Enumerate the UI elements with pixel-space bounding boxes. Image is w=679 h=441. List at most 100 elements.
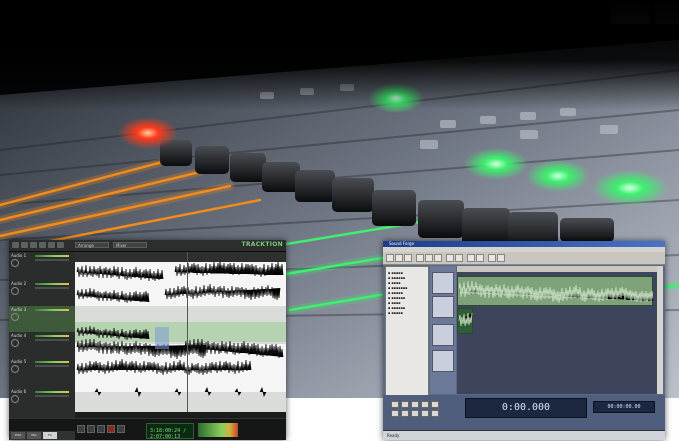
speaker-icon[interactable]: [11, 287, 19, 295]
daw-window-left: Arrange Mixer TRACKTION Audio 1 Audio 2 …: [9, 240, 286, 440]
master-level-meter: [198, 423, 238, 437]
list-item[interactable]: ▪ ▪▪▪▪▪▪▪: [388, 286, 407, 290]
composite-image: Arrange Mixer TRACKTION Audio 1 Audio 2 …: [0, 0, 679, 441]
next-marker-icon[interactable]: [421, 410, 429, 417]
level-meter: [35, 391, 69, 393]
playhead[interactable]: [187, 252, 188, 412]
pan-slider[interactable]: [35, 395, 69, 397]
save-icon[interactable]: [404, 254, 412, 262]
region-icon[interactable]: [497, 254, 505, 262]
view-dropdown[interactable]: Arrange: [75, 242, 109, 248]
copy-icon[interactable]: [425, 254, 433, 262]
pan-slider[interactable]: [35, 365, 69, 367]
daw-window-right: Sound Forge ▪ ▪▪▪▪▪ ▪ ▪▪▪▪▪▪ ▪ ▪▪▪▪ ▪ ▪▪…: [383, 241, 665, 440]
track-name: Audio 5: [11, 359, 27, 364]
track-control[interactable]: [432, 296, 454, 318]
level-meter: [35, 255, 69, 257]
undo-icon[interactable]: [12, 242, 19, 248]
pan-slider[interactable]: [35, 339, 69, 341]
list-item[interactable]: ▪ ▪▪▪▪▪▪: [388, 306, 405, 310]
window-title: Sound Forge: [389, 241, 415, 246]
timeline-ruler[interactable]: [457, 266, 657, 272]
marker-icon[interactable]: [488, 254, 496, 262]
pan-slider[interactable]: [35, 287, 69, 289]
go-start-icon[interactable]: [391, 410, 399, 417]
list-item[interactable]: ▪ ▪▪▪▪: [388, 301, 401, 305]
toolbar: Arrange Mixer TRACKTION: [9, 240, 286, 252]
pause-icon[interactable]: [431, 410, 439, 417]
speaker-icon[interactable]: [11, 313, 19, 321]
track-name: Audio 4: [11, 333, 27, 338]
speaker-icon[interactable]: [11, 339, 19, 347]
rewind-icon[interactable]: [431, 401, 439, 408]
copy-icon[interactable]: [39, 242, 46, 248]
time-counter: 0:00.000: [465, 398, 587, 418]
list-item[interactable]: ▪ ▪▪▪▪▪: [388, 271, 403, 275]
track-control[interactable]: [432, 272, 454, 294]
list-item[interactable]: ▪ ▪▪▪▪▪▪: [388, 276, 405, 280]
paste-icon[interactable]: [48, 242, 55, 248]
time-display-text: 3:18:00:24 / 2:07:00:13: [150, 428, 187, 440]
track-header[interactable]: Audio 6: [9, 388, 75, 419]
loop-icon[interactable]: [421, 401, 429, 408]
level-meter: [35, 283, 69, 285]
track-name: Audio 6: [11, 389, 27, 394]
bottom-tabs: Edit Mix Fx: [9, 431, 75, 440]
track-name: Audio 2: [11, 281, 27, 286]
track-list: [430, 266, 456, 394]
status-bar: Ready: [383, 430, 665, 440]
stop-icon[interactable]: [87, 425, 95, 433]
go-end-icon[interactable]: [401, 410, 409, 417]
list-item[interactable]: ▪ ▪▪▪▪: [388, 281, 401, 285]
speaker-icon[interactable]: [11, 365, 19, 373]
paste-icon[interactable]: [434, 254, 442, 262]
level-meter: [35, 361, 69, 363]
redo-icon[interactable]: [21, 242, 28, 248]
track-header[interactable]: Audio 1: [9, 252, 75, 281]
track-header-selected[interactable]: Audio 3: [9, 306, 75, 333]
record-icon[interactable]: [411, 401, 419, 408]
new-icon[interactable]: [386, 254, 394, 262]
cut-icon[interactable]: [30, 242, 37, 248]
list-item[interactable]: ▪ ▪▪▪▪▪: [388, 311, 403, 315]
record-icon[interactable]: [107, 425, 115, 433]
track-control[interactable]: [432, 324, 454, 346]
play-icon[interactable]: [391, 401, 399, 408]
open-icon[interactable]: [395, 254, 403, 262]
mode-dropdown[interactable]: Mixer: [113, 242, 147, 248]
stop-icon[interactable]: [401, 401, 409, 408]
speaker-icon[interactable]: [11, 395, 19, 403]
track-name: Audio 3: [11, 307, 27, 312]
zoom-icon[interactable]: [57, 242, 64, 248]
tab-fx[interactable]: Fx: [43, 432, 57, 439]
undo-icon[interactable]: [446, 254, 454, 262]
rewind-icon[interactable]: [77, 425, 85, 433]
play-icon[interactable]: [97, 425, 105, 433]
cut-icon[interactable]: [416, 254, 424, 262]
tab-mix[interactable]: Mix: [27, 432, 41, 439]
pan-slider[interactable]: [35, 259, 69, 261]
file-browser-panel[interactable]: ▪ ▪▪▪▪▪ ▪ ▪▪▪▪▪▪ ▪ ▪▪▪▪ ▪ ▪▪▪▪▪▪▪ ▪ ▪▪▪▪…: [385, 266, 429, 396]
level-meter: [35, 335, 69, 337]
level-meter: [35, 309, 69, 311]
tab-edit[interactable]: Edit: [11, 432, 25, 439]
track-control[interactable]: [432, 350, 454, 372]
waveform-display: [76, 260, 284, 398]
redo-icon[interactable]: [455, 254, 463, 262]
selection-counter: 00:00:00.00: [593, 401, 655, 413]
waveform-display: [458, 280, 653, 327]
track-header[interactable]: Audio 2: [9, 280, 75, 307]
app-logo: TRACKTION: [241, 241, 283, 248]
speaker-icon[interactable]: [11, 259, 19, 267]
status-text: Ready: [387, 433, 400, 438]
vertical-scrollbar[interactable]: [657, 266, 663, 394]
list-item[interactable]: ▪ ▪▪▪▪▪▪: [388, 296, 405, 300]
zoom-out-icon[interactable]: [476, 254, 484, 262]
track-header[interactable]: Audio 5: [9, 358, 75, 389]
track-header[interactable]: Audio 4: [9, 332, 75, 359]
zoom-in-icon[interactable]: [467, 254, 475, 262]
loop-icon[interactable]: [117, 425, 125, 433]
pan-slider[interactable]: [35, 313, 69, 315]
prev-marker-icon[interactable]: [411, 410, 419, 417]
list-item[interactable]: ▪ ▪▪▪▪▪: [388, 291, 403, 295]
